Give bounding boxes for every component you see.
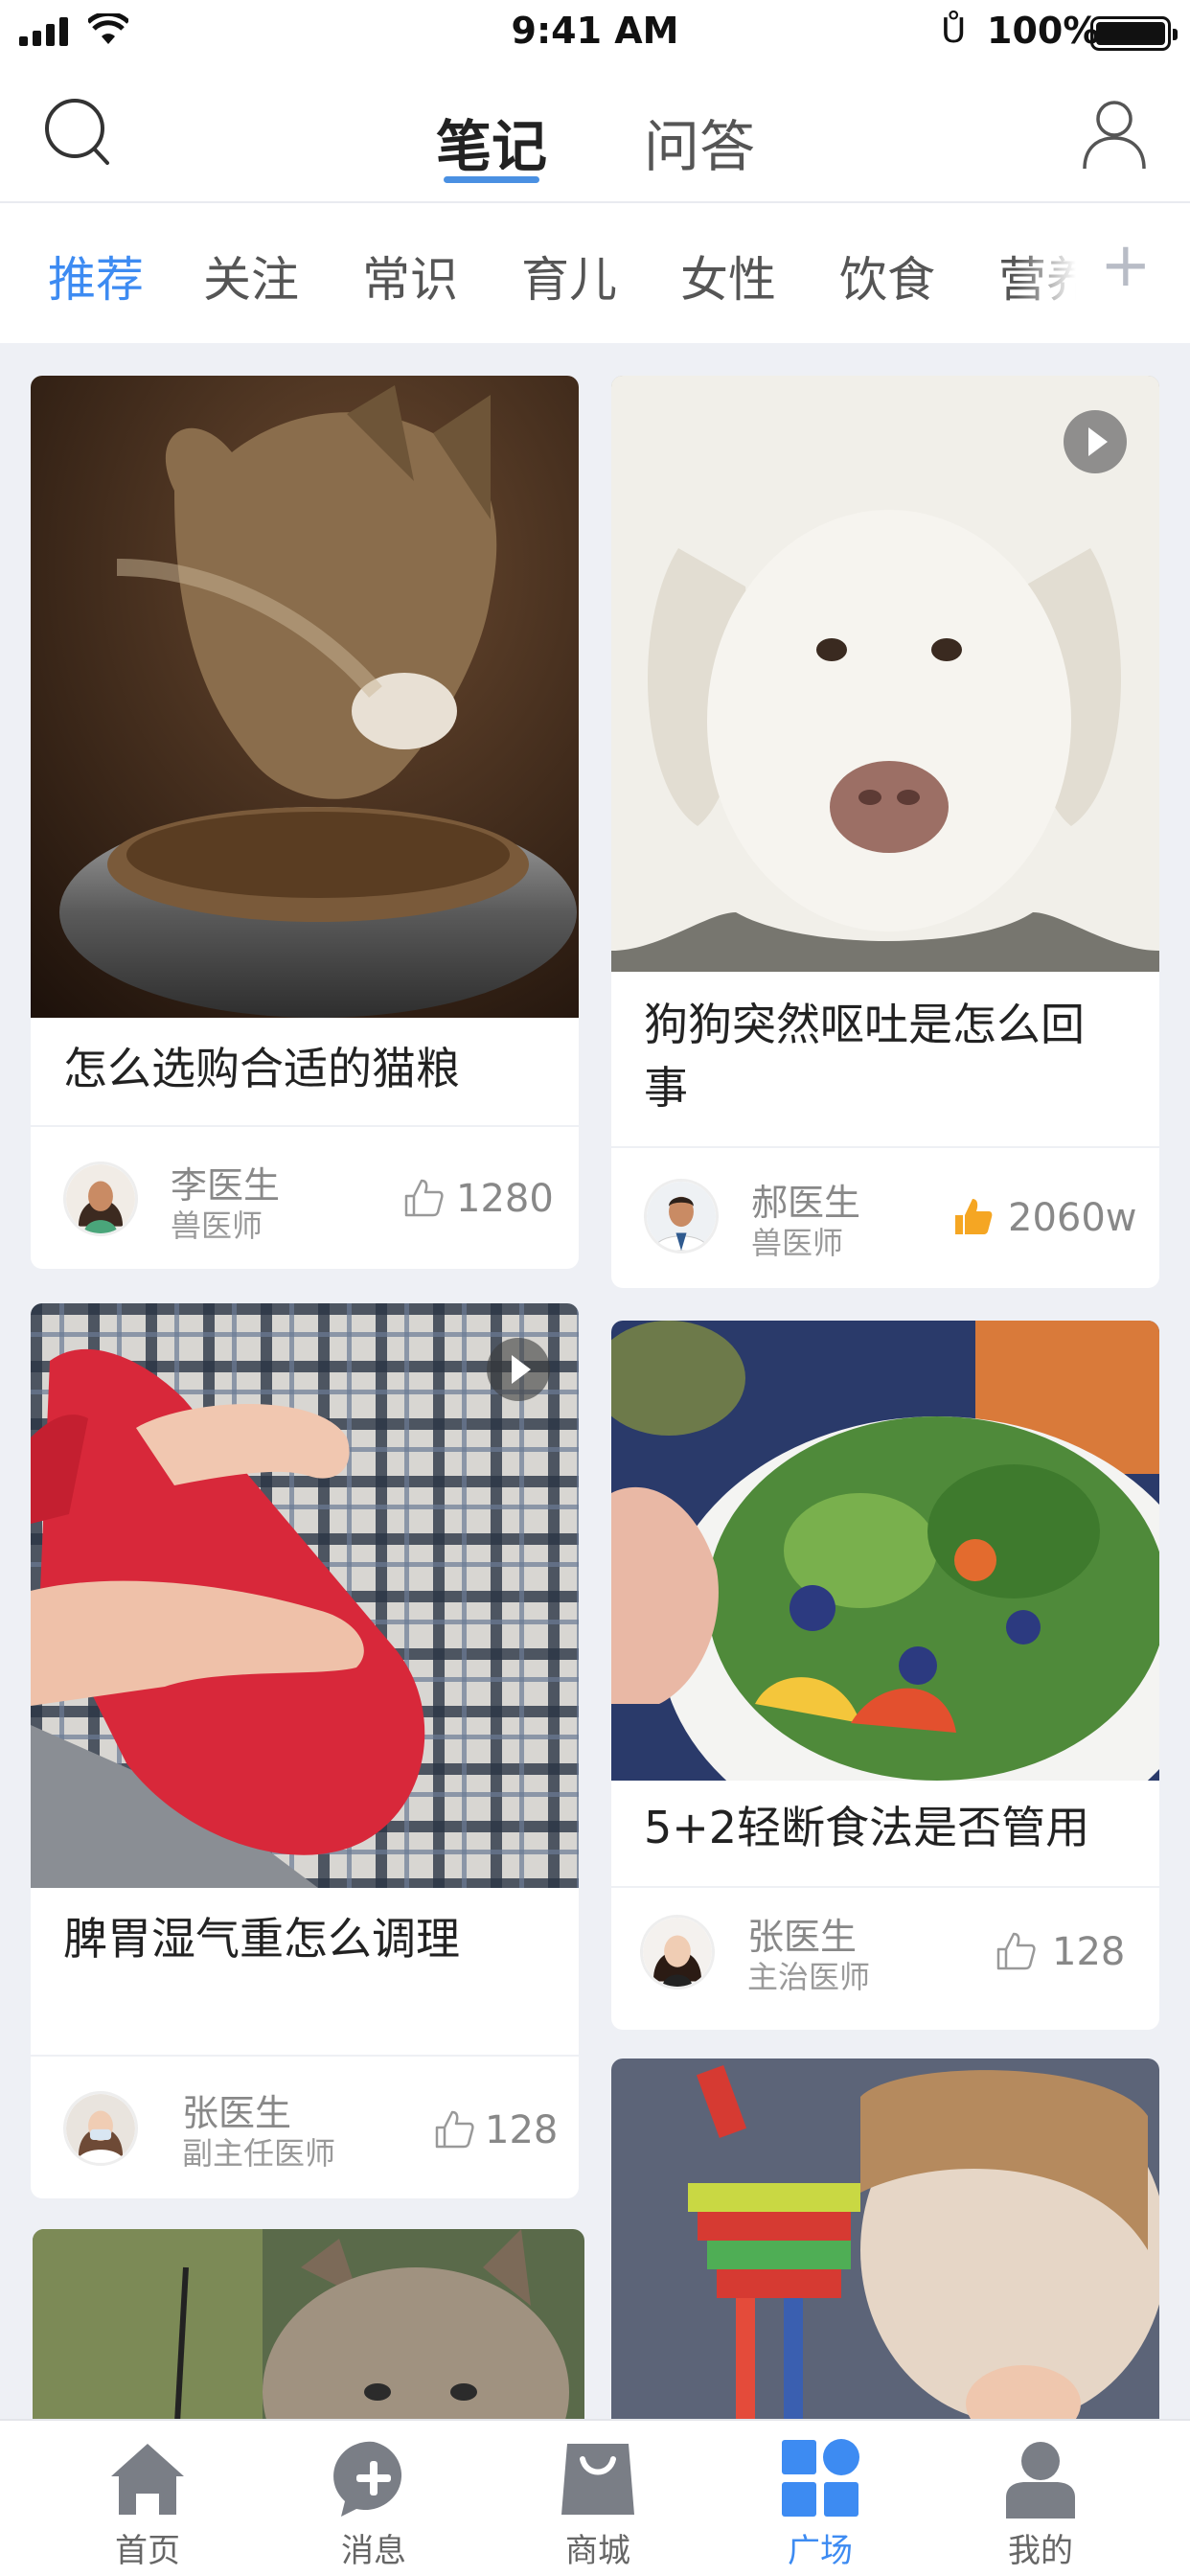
- avatar: [640, 1915, 715, 1990]
- note-card[interactable]: 5+2轻断食法是否管用 张医生 主治医师 128: [611, 1321, 1159, 2030]
- tab-home[interactable]: 首页: [71, 2421, 224, 2576]
- author-name: 郝医生: [751, 1182, 861, 1224]
- card-title: 5+2轻断食法是否管用: [644, 1802, 1090, 1853]
- like-count: 2060w: [1008, 1196, 1137, 1240]
- note-card[interactable]: 狗狗突然呕吐是怎么回 事 郝医生 兽医师 2060w: [611, 376, 1159, 1288]
- add-category-icon[interactable]: +: [1100, 230, 1152, 301]
- message-plus-icon: [333, 2441, 402, 2517]
- square-grid-icon: [782, 2439, 859, 2517]
- tab-square[interactable]: 广场: [744, 2421, 897, 2576]
- category-tabs: 推荐 关注 常识 育儿 女性 饮食 营养 +: [0, 203, 1190, 343]
- cat-eating-image: [31, 376, 579, 1018]
- author-name: 李医生: [171, 1164, 281, 1207]
- author-role: 兽医师: [751, 1225, 844, 1261]
- top-nav: 笔记 问答: [0, 65, 1190, 203]
- author-role: 兽医师: [171, 1208, 263, 1244]
- battery-icon: [1090, 16, 1178, 51]
- avatar: [644, 1179, 719, 1254]
- tab-messages-label: 消息: [341, 2532, 406, 2570]
- category-recommend[interactable]: 推荐: [48, 242, 144, 310]
- profile-icon: [1006, 2442, 1075, 2518]
- tab-shop-label: 商城: [565, 2532, 630, 2570]
- tab-square-label: 广场: [788, 2532, 853, 2570]
- shopping-bag-icon: [561, 2444, 634, 2515]
- bluetooth-icon: Ů: [941, 12, 967, 51]
- thumbs-up-icon[interactable]: [995, 1930, 1037, 1972]
- author-role: 副主任医师: [182, 2135, 336, 2172]
- card-title: 怎么选购合适的猫粮: [63, 1043, 460, 1094]
- note-card[interactable]: 脾胃湿气重怎么调理 张医生 副主任医师 128: [31, 1303, 579, 2198]
- tab-qa[interactable]: 问答: [644, 102, 755, 182]
- tab-home-label: 首页: [115, 2532, 180, 2570]
- category-follow[interactable]: 关注: [203, 242, 299, 310]
- like-count: 128: [1052, 1930, 1126, 1974]
- note-card[interactable]: [611, 2058, 1159, 2480]
- avatar: [63, 2091, 138, 2166]
- battery-percent: 100%: [987, 10, 1100, 52]
- thumbs-up-filled-icon[interactable]: [952, 1196, 995, 1238]
- salad-image: [611, 1321, 1159, 1781]
- tab-notes[interactable]: 笔记: [436, 102, 547, 182]
- avatar: [63, 1162, 138, 1236]
- author-name: 张医生: [747, 1916, 858, 1958]
- category-diet[interactable]: 饮食: [839, 242, 935, 310]
- category-women[interactable]: 女性: [680, 242, 776, 310]
- tab-active-indicator: [444, 176, 539, 183]
- play-video-icon[interactable]: [487, 1338, 550, 1401]
- play-video-icon[interactable]: [1064, 410, 1127, 473]
- category-knowledge[interactable]: 常识: [362, 242, 458, 310]
- card-title: 脾胃湿气重怎么调理: [63, 1913, 460, 1965]
- author-role: 主治医师: [747, 1959, 871, 1995]
- status-bar: 9:41 AM Ů 100%: [0, 0, 1190, 65]
- child-blocks-image: [611, 2058, 1159, 2480]
- card-title-line1: 狗狗突然呕吐是怎么回: [644, 999, 1085, 1050]
- search-icon[interactable]: [42, 96, 119, 172]
- tab-messages[interactable]: 消息: [297, 2421, 450, 2576]
- like-count: 1280: [456, 1177, 554, 1221]
- tab-me-label: 我的: [1008, 2532, 1073, 2570]
- home-icon: [111, 2444, 184, 2515]
- note-card[interactable]: 怎么选购合适的猫粮 李医生 兽医师 1280: [31, 376, 579, 1269]
- thumbs-up-icon[interactable]: [433, 2108, 475, 2150]
- thumbs-up-icon[interactable]: [402, 1177, 445, 1219]
- tab-shop[interactable]: 商城: [521, 2421, 675, 2576]
- card-title-line2: 事: [644, 1062, 688, 1114]
- tab-me[interactable]: 我的: [964, 2421, 1117, 2576]
- bottom-tab-bar: 首页 消息 商城 广场 我的: [0, 2419, 1190, 2576]
- author-name: 张医生: [182, 2092, 292, 2134]
- user-icon[interactable]: [1081, 98, 1148, 171]
- like-count: 128: [485, 2108, 559, 2152]
- category-parenting[interactable]: 育儿: [521, 242, 617, 310]
